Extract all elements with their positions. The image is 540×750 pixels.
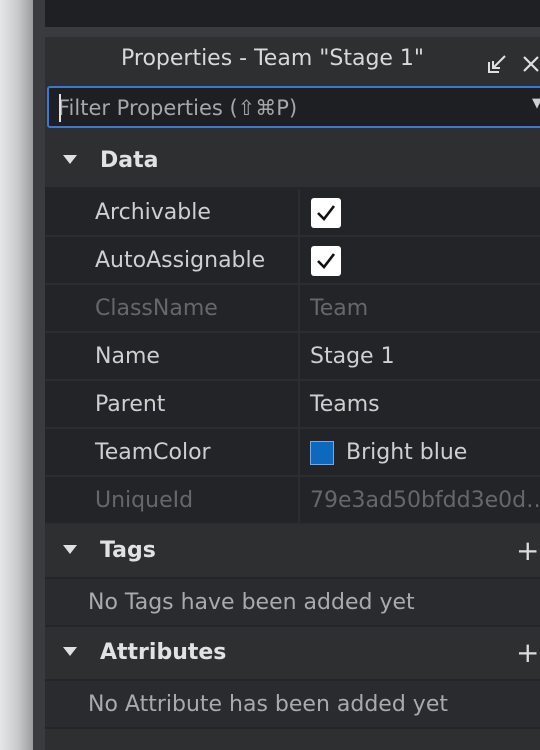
section-header-attributes[interactable]: Attributes +: [45, 627, 540, 681]
property-name: UniqueId: [95, 488, 194, 513]
properties-panel: Properties - Team "Stage 1" ▼ Data Archi…: [45, 37, 540, 750]
collapse-arrow-icon[interactable]: [63, 647, 77, 656]
properties-list: Data Archivable AutoAssignable ClassName: [45, 135, 540, 729]
column-separator[interactable]: [298, 285, 300, 331]
empty-message: No Tags have been added yet: [88, 590, 415, 615]
autoassignable-checkbox[interactable]: [311, 246, 341, 276]
property-value: Team: [310, 296, 369, 321]
teamcolor-value-field[interactable]: Bright blue: [346, 440, 467, 465]
filter-input[interactable]: [58, 94, 518, 122]
tags-empty-row: No Tags have been added yet: [45, 579, 540, 627]
text-caret: [59, 94, 61, 122]
filter-properties-field[interactable]: ▼: [47, 86, 540, 128]
section-label: Attributes: [100, 640, 227, 665]
attributes-empty-row: No Attribute has been added yet: [45, 681, 540, 729]
panel-titlebar[interactable]: Properties - Team "Stage 1": [45, 37, 540, 85]
column-separator[interactable]: [298, 381, 300, 427]
column-separator[interactable]: [298, 477, 300, 523]
panel-divider[interactable]: [45, 27, 540, 37]
collapse-arrow-icon[interactable]: [63, 155, 77, 164]
collapse-arrow-icon[interactable]: [63, 545, 77, 554]
chevron-down-icon[interactable]: ▼: [532, 96, 540, 111]
archivable-checkbox[interactable]: [311, 198, 341, 228]
color-swatch[interactable]: [310, 441, 334, 465]
section-header-data[interactable]: Data: [45, 135, 540, 189]
add-tag-button[interactable]: +: [516, 537, 539, 565]
property-name: Name: [95, 344, 160, 369]
column-separator[interactable]: [298, 237, 300, 283]
parent-value-field[interactable]: Teams: [310, 392, 380, 417]
left-background: [0, 0, 33, 750]
checkmark-icon: [317, 253, 336, 269]
column-separator[interactable]: [298, 189, 300, 235]
left-frame: [33, 0, 45, 750]
property-name: Parent: [95, 392, 166, 417]
property-row-classname: ClassName Team: [45, 285, 540, 333]
property-name: Archivable: [95, 200, 211, 225]
property-name: AutoAssignable: [95, 248, 266, 273]
add-attribute-button[interactable]: +: [516, 639, 539, 667]
property-value: 79e3ad50bfdd3e0d…: [310, 488, 540, 513]
property-row-autoassignable[interactable]: AutoAssignable: [45, 237, 540, 285]
empty-message: No Attribute has been added yet: [88, 692, 448, 717]
undock-icon[interactable]: [485, 52, 509, 76]
property-name: TeamColor: [95, 440, 211, 465]
property-row-name[interactable]: Name Stage 1: [45, 333, 540, 381]
panel-title: Properties - Team "Stage 1": [121, 46, 425, 71]
column-separator[interactable]: [298, 429, 300, 475]
property-row-archivable[interactable]: Archivable: [45, 189, 540, 237]
name-value-field[interactable]: Stage 1: [310, 344, 395, 369]
section-header-tags[interactable]: Tags +: [45, 525, 540, 579]
property-row-teamcolor[interactable]: TeamColor Bright blue: [45, 429, 540, 477]
property-name: ClassName: [95, 296, 218, 321]
property-row-uniqueid: UniqueId 79e3ad50bfdd3e0d…: [45, 477, 540, 525]
top-panel: [45, 0, 540, 27]
section-label: Tags: [100, 538, 156, 563]
section-label: Data: [100, 148, 159, 173]
property-row-parent[interactable]: Parent Teams: [45, 381, 540, 429]
checkmark-icon: [317, 205, 336, 221]
column-separator[interactable]: [298, 333, 300, 379]
close-icon[interactable]: [521, 52, 540, 76]
